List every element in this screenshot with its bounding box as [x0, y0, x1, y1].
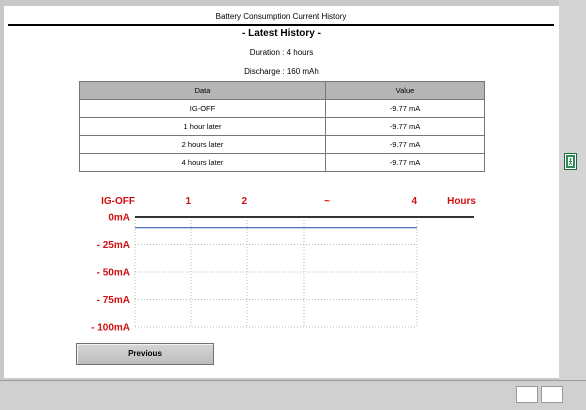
- table-row: 1 hour later -9.77 mA: [80, 118, 485, 136]
- history-table: Data Value IG-OFF -9.77 mA 1 hour later …: [79, 81, 485, 172]
- row-data-cell: 4 hours later: [80, 154, 326, 172]
- row-data-cell: 2 hours later: [80, 136, 326, 154]
- consumption-chart: 0mA - 25mA - 50mA - 75mA - 100mA IG-OFF 1 2 ~4 Ho…: [4, 192, 559, 342]
- duration-text: Duration : 4 hours: [4, 48, 559, 57]
- bottom-status-bar: [0, 380, 586, 410]
- x-tick-label: IG-OFF: [101, 196, 135, 207]
- status-box-right: [541, 386, 563, 403]
- status-box-left: [516, 386, 538, 403]
- exit-door-icon-graphic: [565, 154, 576, 169]
- previous-button[interactable]: Previous: [76, 343, 214, 365]
- table-header-row: Data Value: [80, 82, 485, 100]
- table-row: 4 hours later -9.77 mA: [80, 154, 485, 172]
- latest-history-heading: - Latest History -: [4, 28, 559, 39]
- row-value-cell: -9.77 mA: [326, 154, 485, 172]
- table-row: IG-OFF -9.77 mA: [80, 100, 485, 118]
- x-tick-label: 1: [185, 196, 191, 207]
- y-tick-label: - 100mA: [91, 323, 130, 334]
- x-unit-label: Hours: [447, 196, 476, 207]
- row-data-cell: IG-OFF: [80, 100, 326, 118]
- exit-door-icon[interactable]: [564, 153, 577, 170]
- x-tick-label: 2: [241, 196, 247, 207]
- column-header-data: Data: [80, 82, 326, 100]
- row-value-cell: -9.77 mA: [326, 136, 485, 154]
- y-tick-label: 0mA: [108, 213, 130, 224]
- window-title: Battery Consumption Current History: [8, 10, 554, 26]
- y-tick-label: - 50mA: [97, 268, 130, 279]
- right-side-panel: [559, 0, 586, 380]
- history-panel: Battery Consumption Current History - La…: [4, 6, 559, 378]
- x-tick-label: ~: [324, 196, 330, 207]
- y-tick-label: - 25mA: [97, 240, 130, 251]
- column-header-value: Value: [326, 82, 485, 100]
- row-value-cell: -9.77 mA: [326, 118, 485, 136]
- discharge-text: Discharge : 160 mAh: [4, 67, 559, 76]
- x-tick-label: 4: [411, 196, 417, 207]
- row-value-cell: -9.77 mA: [326, 100, 485, 118]
- y-tick-label: - 75mA: [97, 295, 130, 306]
- row-data-cell: 1 hour later: [80, 118, 326, 136]
- table-row: 2 hours later -9.77 mA: [80, 136, 485, 154]
